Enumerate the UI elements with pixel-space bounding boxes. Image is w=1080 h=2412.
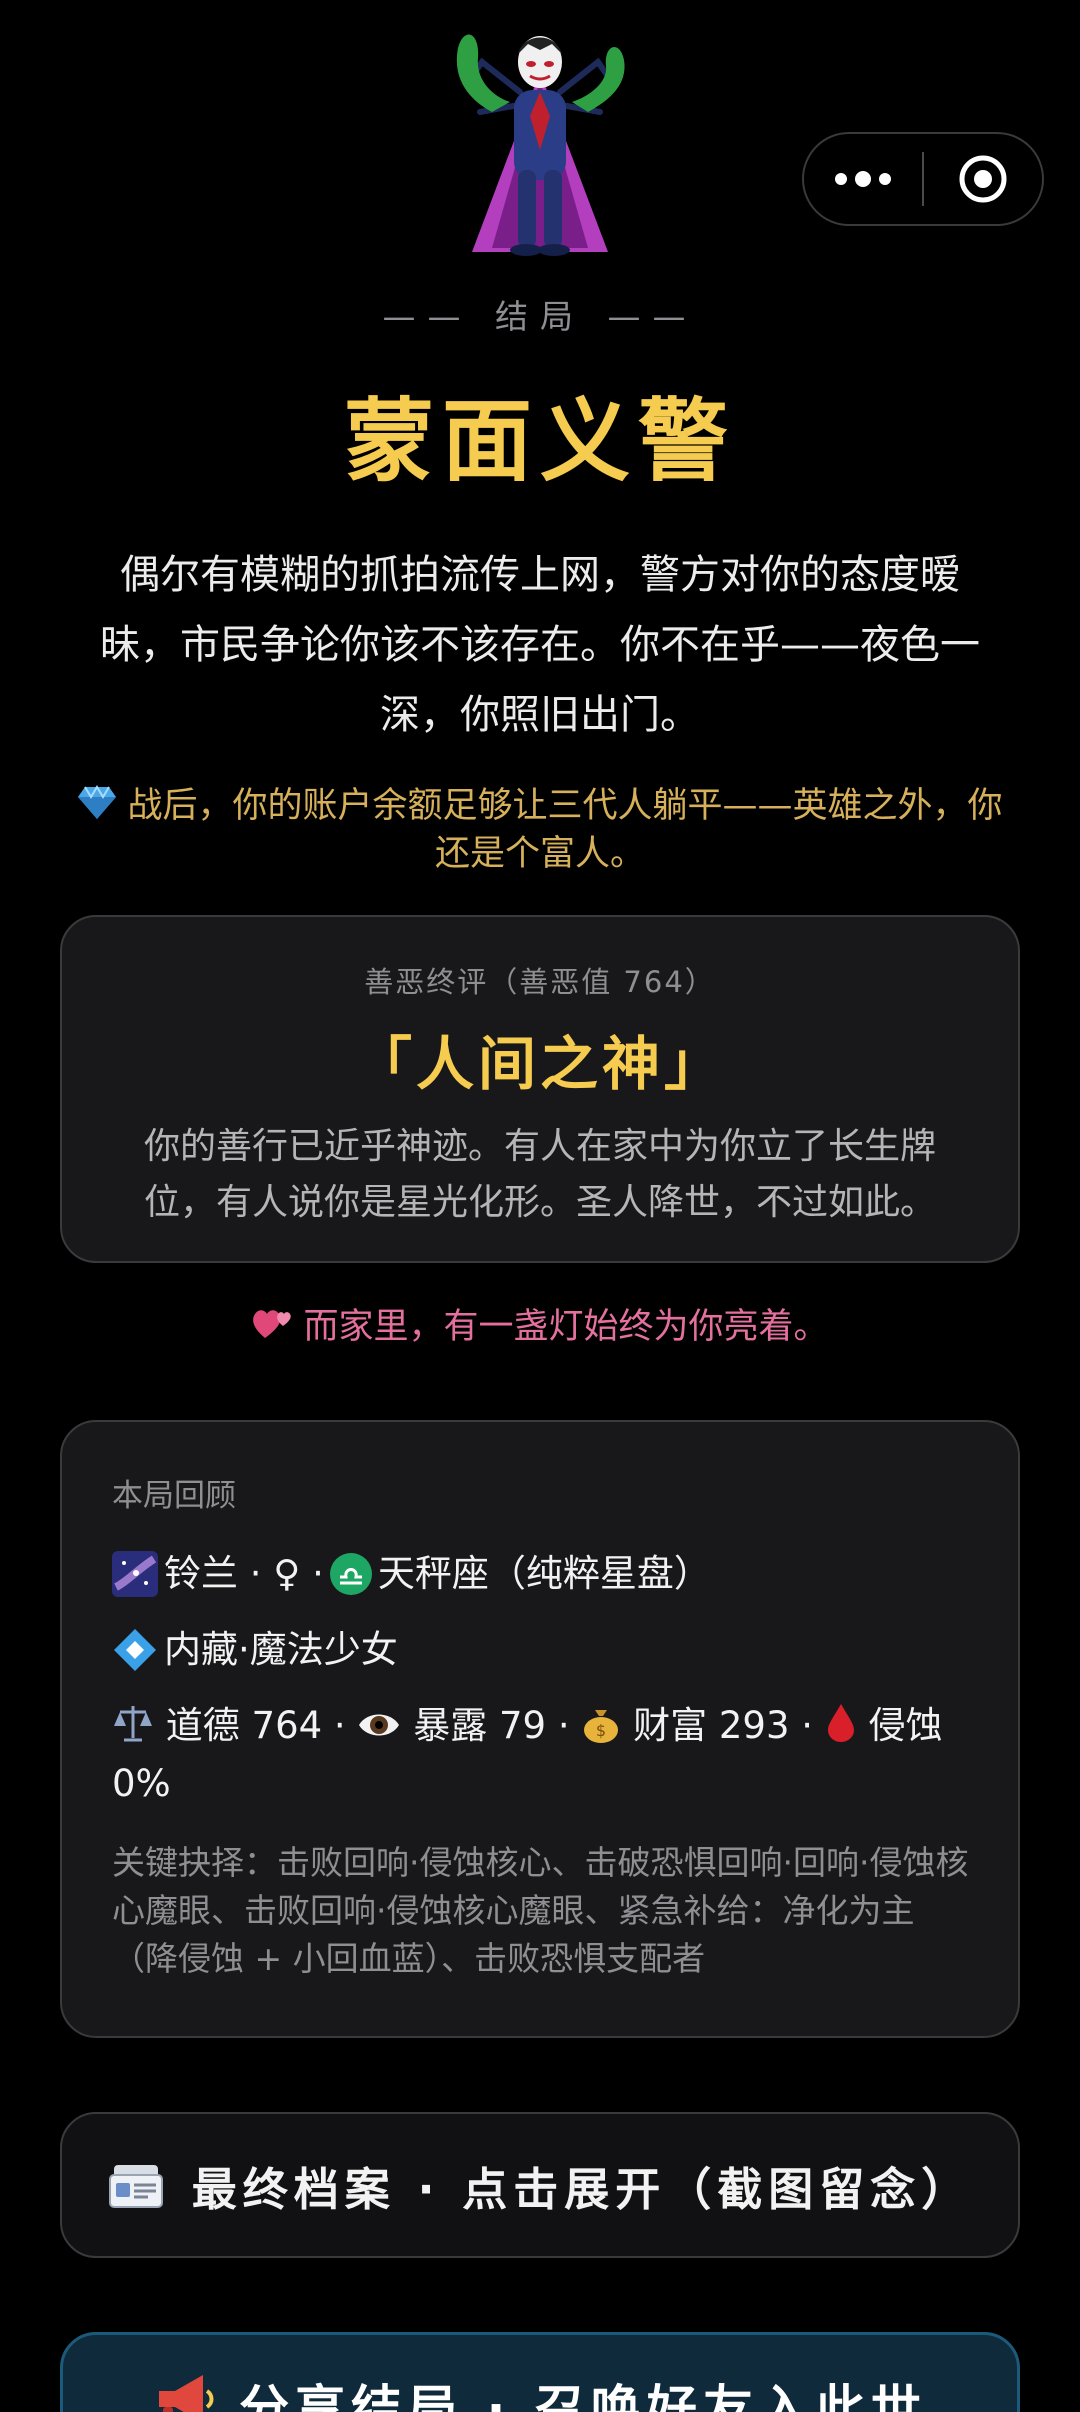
exposure-stat: 暴露 79 — [413, 1704, 547, 1747]
balance-scale-icon — [114, 1706, 152, 1742]
morality-stat: 道德 764 — [165, 1704, 323, 1747]
family-note: 而家里，有一盏灯始终为你亮着。 — [0, 1298, 1080, 1349]
key-choices: 关键抉择：击败回响·侵蚀核心、击破恐惧回响·回响·侵蚀核心魔眼、击败回响·侵蚀核… — [112, 1843, 969, 1978]
corrosion-value: 0% — [112, 1762, 171, 1805]
ending-description: 偶尔有模糊的抓拍流传上网，警方对你的态度暧昧，市民争论你该不该存在。你不在乎——… — [100, 552, 980, 738]
close-button[interactable] — [924, 134, 1042, 224]
review-card: 本局回顾 铃兰 · ♀ · 天秤座（纯粹星盘） 内藏·魔法少女 道德 764 · — [60, 1420, 1020, 2038]
final-archive-button[interactable]: 最终档案 · 点击展开（截图留念） — [60, 2112, 1020, 2258]
karma-title: 「人间之神」 — [353, 1030, 726, 1098]
karma-label: 善恶终评（善恶值 764） — [364, 965, 716, 999]
share-ending-button[interactable]: 分享结局 · 召唤好友入此世 — [60, 2332, 1020, 2412]
two-hearts-icon — [253, 1310, 292, 1338]
karma-description: 你的善行已近乎神迹。有人在家中为你立了长生牌位，有人说你是星光化形。圣人降世，不… — [143, 1126, 936, 1223]
svg-text:$: $ — [596, 1721, 606, 1740]
review-label: 本局回顾 — [112, 1478, 236, 1514]
target-close-icon — [959, 155, 1007, 203]
corrosion-label: 侵蚀 — [868, 1704, 943, 1747]
zodiac-text: 天秤座（纯粹星盘） — [377, 1552, 711, 1595]
more-dots-icon — [835, 171, 891, 187]
libra-icon — [329, 1553, 372, 1595]
card-file-icon — [108, 2165, 163, 2208]
final-archive-label: 最终档案 · 点击展开（截图留念） — [191, 2162, 973, 2216]
megaphone-icon — [159, 2375, 214, 2412]
eye-icon — [359, 1714, 400, 1736]
share-ending-label: 分享结局 · 召唤好友入此世 — [239, 2380, 927, 2412]
gem-icon — [78, 785, 117, 819]
milky-way-icon — [112, 1551, 158, 1597]
miniprogram-capsule — [802, 132, 1044, 226]
stats-line: 道德 764 · 暴露 79 · $ 财富 293 · 侵蚀 0% — [112, 1704, 943, 1805]
karma-card: 善恶终评（善恶值 764） 「人间之神」 你的善行已近乎神迹。有人在家中为你立了… — [60, 915, 1020, 1263]
more-button[interactable] — [804, 134, 922, 224]
hidden-line: 内藏·魔法少女 — [112, 1621, 970, 1679]
money-bag-icon: $ — [584, 1710, 619, 1743]
identity-line: 铃兰 · ♀ · 天秤座（纯粹星盘） — [112, 1545, 970, 1603]
wealth-text: 战后，你的账户余额足够让三代人躺平——英雄之外，你还是个富人。 — [127, 786, 1003, 874]
blood-drop-icon — [827, 1704, 854, 1742]
supervillain-icon — [456, 34, 625, 256]
wealth-note: 战后，你的账户余额足够让三代人躺平——英雄之外，你还是个富人。 — [70, 782, 1010, 878]
hidden-text: 内藏·魔法少女 — [164, 1628, 398, 1671]
identity-text: 铃兰 · ♀ · — [164, 1552, 324, 1595]
diamond-dot-icon — [114, 1629, 156, 1671]
family-text: 而家里，有一盏灯始终为你亮着。 — [303, 1307, 829, 1347]
ending-tag: —— 结局 —— — [382, 297, 698, 336]
ending-title: 蒙面义警 — [344, 389, 736, 494]
wealth-stat: 财富 293 — [633, 1704, 790, 1747]
